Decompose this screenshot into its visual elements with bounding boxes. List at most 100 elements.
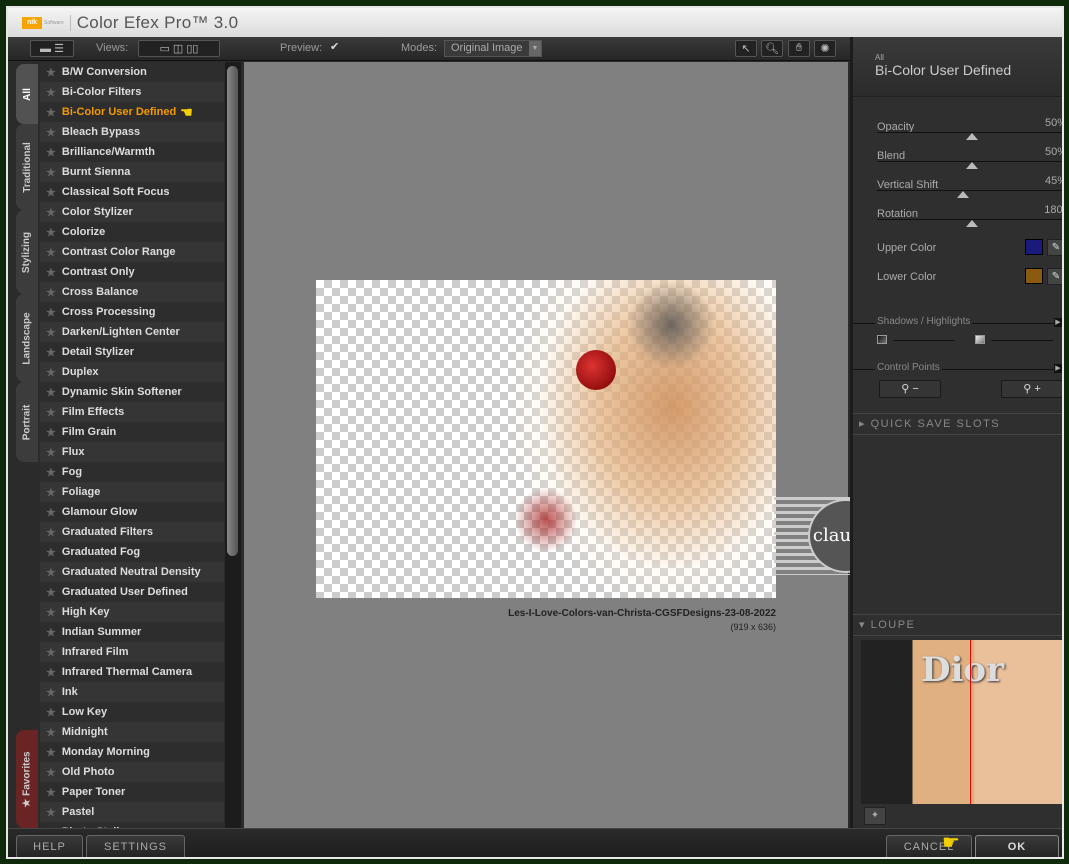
filter-item[interactable]: ★ Low Key	[40, 702, 224, 722]
star-icon[interactable]: ★	[46, 506, 56, 519]
star-icon[interactable]: ★	[46, 366, 56, 379]
filter-item[interactable]: ★ Brilliance/Warmth	[40, 142, 224, 162]
help-button[interactable]: HELP	[16, 835, 83, 857]
filter-item[interactable]: ★ Graduated Neutral Density	[40, 562, 224, 582]
filter-item[interactable]: ★ High Key	[40, 602, 224, 622]
slider-rotation[interactable]: Rotation180°	[877, 204, 1062, 233]
eyedropper-icon[interactable]: ✎	[1047, 239, 1062, 256]
star-icon[interactable]: ★	[46, 526, 56, 539]
filter-item[interactable]: ★ Color Stylizer	[40, 202, 224, 222]
star-icon[interactable]: ★	[46, 566, 56, 579]
star-icon[interactable]: ★	[46, 246, 56, 259]
filter-item[interactable]: ★ Indian Summer	[40, 622, 224, 642]
star-icon[interactable]: ★	[46, 486, 56, 499]
control-points-section[interactable]: Control Points ▶	[853, 362, 1062, 376]
filter-item[interactable]: ★ Cross Balance	[40, 282, 224, 302]
star-icon[interactable]: ★	[46, 166, 56, 179]
slider-knob[interactable]	[966, 133, 978, 140]
star-icon[interactable]: ★	[46, 666, 56, 679]
filter-item[interactable]: ★ Burnt Sienna	[40, 162, 224, 182]
star-icon[interactable]: ★	[46, 326, 56, 339]
filter-item[interactable]: ★ Graduated User Defined	[40, 582, 224, 602]
filter-item[interactable]: ★ Graduated Fog	[40, 542, 224, 562]
star-icon[interactable]: ★	[46, 306, 56, 319]
highlights-slider[interactable]	[991, 340, 1053, 341]
quick-save-slots-header[interactable]: ▸ QUICK SAVE SLOTS	[853, 413, 1062, 435]
eyedropper-icon[interactable]: ✎	[1047, 268, 1062, 285]
lower-color-swatch[interactable]	[1025, 268, 1043, 284]
filter-item[interactable]: ★ Contrast Only	[40, 262, 224, 282]
filter-item[interactable]: ★ Paper Toner	[40, 782, 224, 802]
filter-item[interactable]: ★ Fog	[40, 462, 224, 482]
filter-item[interactable]: ★ Dynamic Skin Softener	[40, 382, 224, 402]
filter-list-scrollbar[interactable]	[225, 62, 241, 832]
filter-item[interactable]: ★ Pastel	[40, 802, 224, 822]
star-icon[interactable]: ★	[46, 466, 56, 479]
tab-all[interactable]: All	[16, 64, 38, 124]
star-icon[interactable]: ★	[46, 766, 56, 779]
star-icon[interactable]: ★	[46, 206, 56, 219]
filter-item[interactable]: ★ Duplex	[40, 362, 224, 382]
star-icon[interactable]: ★	[46, 86, 56, 99]
settings-button[interactable]: SETTINGS	[86, 835, 185, 857]
shadows-highlights-section[interactable]: Shadows / Highlights ▶	[853, 316, 1062, 330]
slider-vertical-shift[interactable]: Vertical Shift45%	[877, 175, 1062, 204]
tab-landscape[interactable]: Landscape	[16, 294, 38, 382]
slider-knob[interactable]	[966, 220, 978, 227]
star-icon[interactable]: ★	[46, 626, 56, 639]
tab-favorites[interactable]: ★ Favorites	[16, 730, 38, 828]
star-icon[interactable]: ★	[46, 786, 56, 799]
star-icon[interactable]: ★	[46, 346, 56, 359]
star-icon[interactable]: ★	[46, 686, 56, 699]
star-icon[interactable]: ★	[46, 426, 56, 439]
star-icon[interactable]: ★	[46, 106, 56, 119]
expand-arrow-icon[interactable]: ▶	[1054, 318, 1062, 327]
lightbulb-icon[interactable]: ✺	[814, 40, 836, 57]
filter-item[interactable]: ★ Graduated Filters	[40, 522, 224, 542]
star-icon[interactable]: ★	[46, 606, 56, 619]
filter-item[interactable]: ★ Colorize	[40, 222, 224, 242]
slider-knob[interactable]	[966, 162, 978, 169]
pin-icon[interactable]: ✦	[864, 807, 886, 825]
filter-item[interactable]: ★ Bleach Bypass	[40, 122, 224, 142]
filter-item[interactable]: ★ Cross Processing	[40, 302, 224, 322]
star-icon[interactable]: ★	[46, 186, 56, 199]
star-icon[interactable]: ★	[46, 406, 56, 419]
filter-item[interactable]: ★ Infrared Film	[40, 642, 224, 662]
filter-item[interactable]: ★ Old Photo	[40, 762, 224, 782]
filter-item[interactable]: ★ Bi-Color Filters	[40, 82, 224, 102]
filter-item[interactable]: ★ Infrared Thermal Camera	[40, 662, 224, 682]
view-mode-buttons[interactable]: ▭ ◫ ▯▯	[138, 40, 220, 57]
star-icon[interactable]: ★	[46, 146, 56, 159]
filter-item[interactable]: ★ B/W Conversion	[40, 62, 224, 82]
star-icon[interactable]: ★	[46, 286, 56, 299]
add-control-point-button[interactable]: ⚲ +	[1001, 380, 1062, 398]
filter-item[interactable]: ★ Contrast Color Range	[40, 242, 224, 262]
zoom-icon[interactable]: 🔍︎	[761, 40, 783, 57]
slider-knob[interactable]	[956, 191, 969, 198]
star-icon[interactable]: ★	[46, 126, 56, 139]
preview-checkbox[interactable]: ✔	[330, 40, 339, 53]
tab-stylizing[interactable]: Stylizing	[16, 210, 38, 294]
star-icon[interactable]: ★	[46, 746, 56, 759]
star-icon[interactable]: ★	[46, 386, 56, 399]
star-icon[interactable]: ★	[46, 446, 56, 459]
slider-track[interactable]	[877, 190, 1062, 191]
star-icon[interactable]: ★	[46, 226, 56, 239]
filter-item[interactable]: ★ Foliage	[40, 482, 224, 502]
modes-dropdown[interactable]: Original Image ▼	[444, 40, 542, 57]
filter-item[interactable]: ★ Film Grain	[40, 422, 224, 442]
filter-item[interactable]: ★ Monday Morning	[40, 742, 224, 762]
slider-blend[interactable]: Blend50%	[877, 146, 1062, 175]
select-arrow-icon[interactable]: ↖	[735, 40, 757, 57]
expand-arrow-icon[interactable]: ▶	[1054, 364, 1062, 373]
scrollbar-thumb[interactable]	[227, 66, 238, 556]
filter-item[interactable]: ★ Midnight	[40, 722, 224, 742]
star-icon[interactable]: ★	[46, 66, 56, 79]
filter-item[interactable]: ★ Flux	[40, 442, 224, 462]
star-icon[interactable]: ★	[46, 806, 56, 819]
slider-opacity[interactable]: Opacity50%	[877, 117, 1062, 146]
star-icon[interactable]: ★	[46, 266, 56, 279]
loupe-header[interactable]: ▾ LOUPE	[853, 614, 1062, 636]
filter-item[interactable]: ★ Glamour Glow	[40, 502, 224, 522]
